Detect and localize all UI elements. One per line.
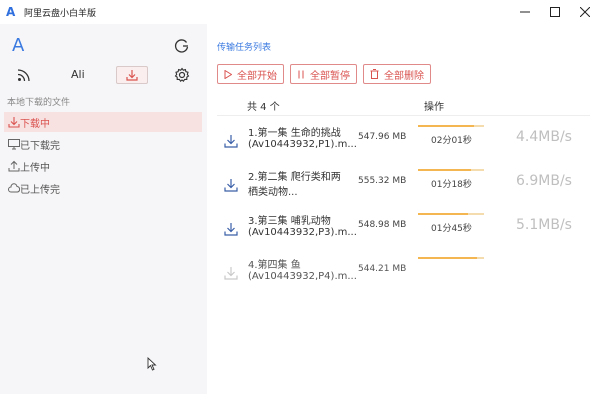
nav-ali[interactable]: Ali [71,68,85,81]
file-name-detail: 栖类动物... [248,187,298,198]
download-speed: 4.4MB/s [516,129,572,145]
window-controls [510,0,600,24]
table-header: 共 4 个 操作 [217,94,590,116]
file-size: 544.21 MB [358,264,407,274]
download-icon [224,223,238,236]
toolbar: 全部开始 全部暂停 全部删除 [217,64,431,84]
page-title: 传输任务列表 [217,43,272,53]
minimize-button[interactable] [510,0,540,24]
pause-all-button[interactable]: 全部暂停 [290,64,357,84]
window-title: 阿里云盘小白羊版 [24,8,97,19]
time-remaining: 01分45秒 [431,224,472,234]
file-name: 1.第一集 生命的挑战 [248,128,341,139]
sidebar-nav: Ali [0,64,207,86]
file-size: 555.32 MB [358,176,407,186]
download-speed: 5.1MB/s [516,217,572,233]
settings-icon[interactable] [174,67,190,83]
main-panel: 传输任务列表 全部开始 全部暂停 全部删除 共 4 个 操作 1.第一集 生命的… [207,24,600,394]
table-row[interactable]: 2.第二集 爬行类和两 栖类动物... 555.32 MB 01分18秒 6.9… [217,164,590,204]
file-size: 547.96 MB [358,132,407,142]
delete-all-label: 全部删除 [384,70,424,82]
sidebar-item-uploaded[interactable]: 已上传完 [4,178,202,198]
app-logo-icon: A [6,5,16,19]
sidebar: A Ali 本地下载的文件 下载中 已下载完 上传中 已上传完 [0,24,207,394]
title-bar: A 阿里云盘小白羊版 [0,0,600,24]
time-remaining: 01分18秒 [431,180,472,190]
start-all-label: 全部开始 [237,70,277,82]
progress-bar [418,125,484,127]
sidebar-item-downloaded[interactable]: 已下载完 [4,134,202,154]
file-name-detail: (Av10443932,P4).m... [248,271,357,282]
file-name: 4.第四集 鱼 [248,260,301,271]
file-name-detail: (Av10443932,P3).m... [248,227,357,238]
rss-icon[interactable] [17,68,31,82]
minimize-icon [520,11,530,13]
progress-bar [418,257,484,259]
refresh-icon[interactable] [174,38,190,54]
task-count: 共 4 个 [247,102,280,113]
sidebar-item-label: 下载中 [20,118,50,130]
download-icon [224,135,238,148]
download-icon [126,70,138,81]
delete-all-button[interactable]: 全部删除 [363,64,431,84]
sidebar-item-label: 已上传完 [20,184,60,196]
sidebar-item-label: 已下载完 [20,140,60,152]
sidebar-item-downloading[interactable]: 下载中 [4,112,202,132]
progress-bar [418,169,484,171]
file-size: 548.98 MB [358,220,407,230]
sidebar-logo: A [12,35,25,56]
download-icon [224,267,238,280]
close-icon [580,7,590,17]
maximize-button[interactable] [540,0,570,24]
mouse-cursor-icon [147,357,157,371]
file-name: 2.第二集 爬行类和两 [248,172,341,183]
monitor-icon [8,139,20,150]
play-icon [224,69,232,79]
cloud-icon [8,183,20,193]
time-remaining: 02分01秒 [431,136,472,146]
table-row[interactable]: 1.第一集 生命的挑战 (Av10443932,P1).m... 547.96 … [217,120,590,160]
nav-download-button[interactable] [116,66,148,84]
table-row[interactable]: 3.第三集 哺乳动物 (Av10443932,P3).m... 548.98 M… [217,208,590,248]
file-name-detail: (Av10443932,P1).m... [248,139,357,150]
ops-header: 操作 [424,102,444,113]
download-icon [8,117,20,128]
section-label: 本地下载的文件 [7,98,71,108]
download-speed: 6.9MB/s [516,173,572,189]
trash-icon [370,69,379,79]
close-button[interactable] [570,0,600,24]
file-name: 3.第三集 哺乳动物 [248,216,331,227]
sidebar-item-uploading[interactable]: 上传中 [4,156,202,176]
pause-all-label: 全部暂停 [310,70,350,82]
sidebar-item-label: 上传中 [20,162,50,174]
progress-bar [418,213,484,215]
download-icon [224,179,238,192]
upload-icon [8,160,20,172]
maximize-icon [550,7,560,17]
pause-icon [298,70,304,78]
start-all-button[interactable]: 全部开始 [217,64,284,84]
table-row[interactable]: 4.第四集 鱼 (Av10443932,P4).m... 544.21 MB [217,252,590,292]
